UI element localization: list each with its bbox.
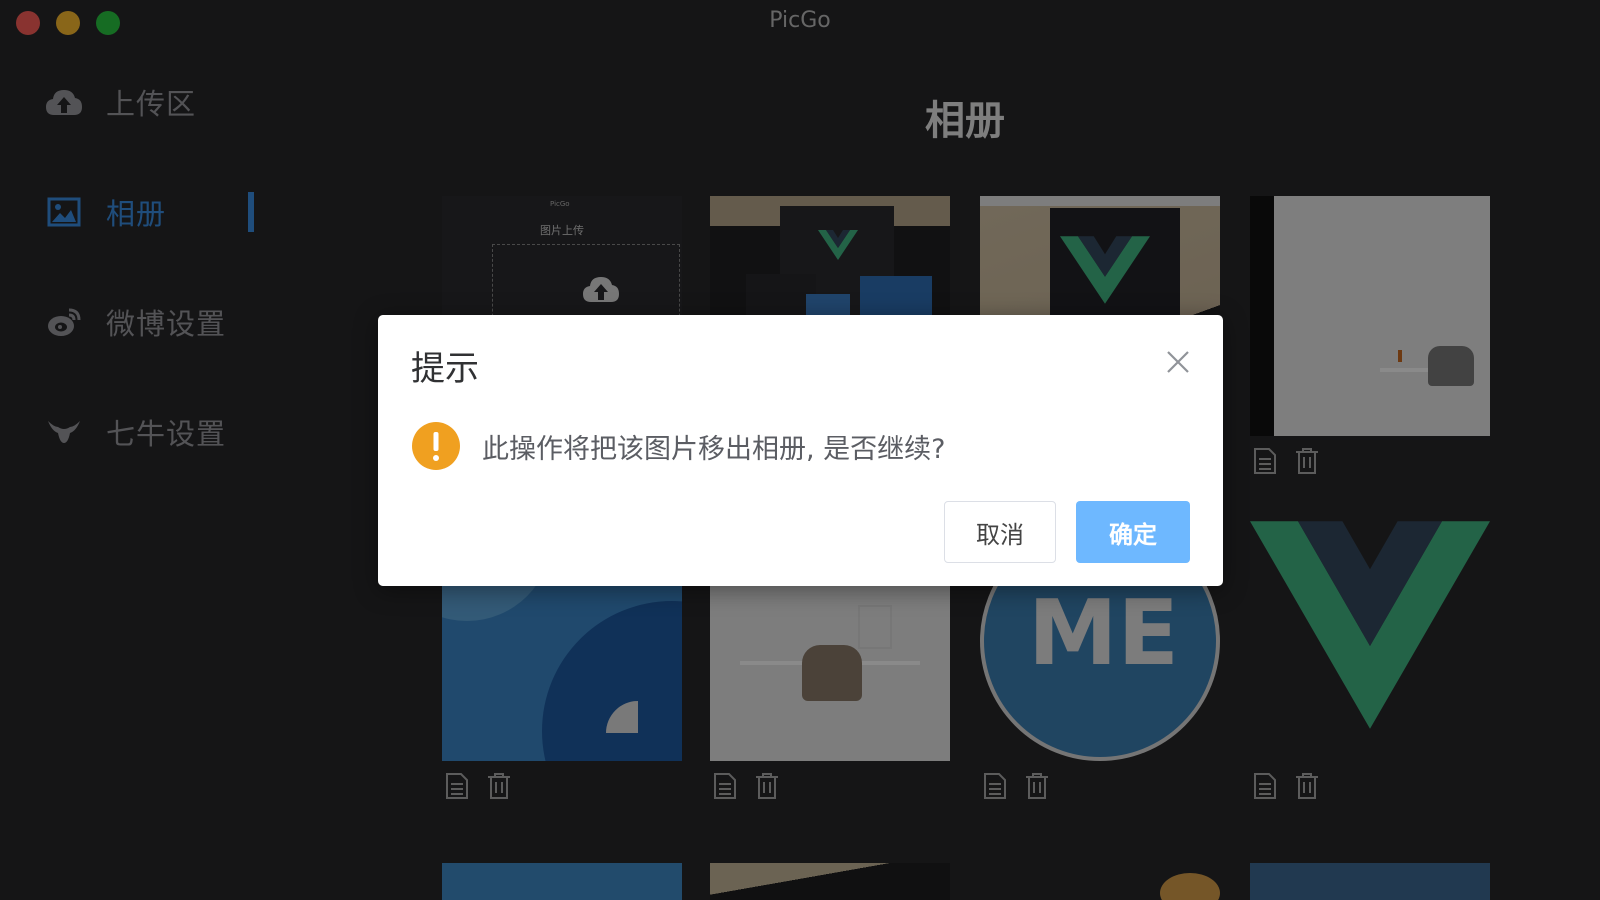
thumb-toolbar xyxy=(980,196,1220,206)
sidebar-item-label: 微博设置 xyxy=(106,307,227,341)
sidebar-item-upload[interactable]: 上传区 xyxy=(44,78,270,126)
sidebar-item-album[interactable]: 相册 xyxy=(44,188,270,236)
confirm-button[interactable]: 确定 xyxy=(1076,501,1190,563)
thumb-vue-logo xyxy=(1250,521,1490,729)
sidebar-item-label: 上传区 xyxy=(106,87,197,121)
thumb-chair xyxy=(1428,346,1474,386)
card-actions xyxy=(1250,444,1322,478)
thumb-text: PicGo xyxy=(550,200,570,208)
sidebar-item-weibo[interactable]: 微博设置 xyxy=(44,298,270,346)
dialog-message: 此操作将把该图片移出相册, 是否继续? xyxy=(482,434,946,465)
picture-icon xyxy=(44,192,84,232)
qiniu-icon xyxy=(44,412,84,452)
delete-icon[interactable] xyxy=(1292,769,1322,803)
image-thumbnail[interactable] xyxy=(1250,196,1490,436)
image-thumbnail[interactable] xyxy=(442,863,682,900)
copy-link-icon[interactable] xyxy=(710,769,740,803)
thumb-vue-logo xyxy=(1060,236,1150,304)
sidebar: 上传区 相册 微博设置 七牛设置 xyxy=(0,46,270,900)
thumb-text: 图片上传 xyxy=(540,224,584,237)
thumb-shape xyxy=(542,601,682,761)
sidebar-item-label: 七牛设置 xyxy=(106,417,227,451)
dialog-title: 提示 xyxy=(411,349,479,389)
thumb-tile xyxy=(806,294,850,316)
sidebar-item-label: 相册 xyxy=(106,197,167,231)
warning-icon xyxy=(412,422,460,470)
copy-link-icon[interactable] xyxy=(442,769,472,803)
delete-icon[interactable] xyxy=(1022,769,1052,803)
title-bar: PicGo xyxy=(0,0,1600,46)
thumb-cloud-icon xyxy=(583,277,619,302)
thumb-vase xyxy=(1398,350,1402,362)
delete-icon[interactable] xyxy=(752,769,782,803)
thumb-frame xyxy=(858,605,892,649)
thumb-shape xyxy=(1160,873,1220,900)
card-actions xyxy=(442,769,514,803)
active-indicator xyxy=(248,192,254,232)
image-thumbnail[interactable] xyxy=(1250,521,1490,761)
confirm-dialog: 提示 此操作将把该图片移出相册, 是否继续? 取消 确定 xyxy=(378,315,1223,586)
cloud-upload-icon xyxy=(44,82,84,122)
copy-link-icon[interactable] xyxy=(1250,444,1280,478)
page-title: 相册 xyxy=(925,98,1005,144)
card-actions xyxy=(1250,769,1322,803)
close-icon[interactable] xyxy=(1165,349,1191,375)
card-actions xyxy=(980,769,1052,803)
thumb-edge xyxy=(1250,196,1274,436)
copy-link-icon[interactable] xyxy=(980,769,1010,803)
cancel-button[interactable]: 取消 xyxy=(944,501,1056,563)
card-actions xyxy=(710,769,782,803)
copy-link-icon[interactable] xyxy=(1250,769,1280,803)
delete-icon[interactable] xyxy=(1292,444,1322,478)
sidebar-item-qiniu[interactable]: 七牛设置 xyxy=(44,408,270,456)
image-thumbnail[interactable] xyxy=(710,863,950,900)
weibo-icon xyxy=(44,302,84,342)
delete-icon[interactable] xyxy=(484,769,514,803)
thumb-vue-logo xyxy=(818,230,858,260)
image-thumbnail[interactable] xyxy=(980,863,1220,900)
thumb-logo-text: ME xyxy=(1028,581,1180,686)
thumb-chair xyxy=(802,645,862,701)
image-thumbnail[interactable] xyxy=(1250,863,1490,900)
window-title: PicGo xyxy=(769,8,831,33)
